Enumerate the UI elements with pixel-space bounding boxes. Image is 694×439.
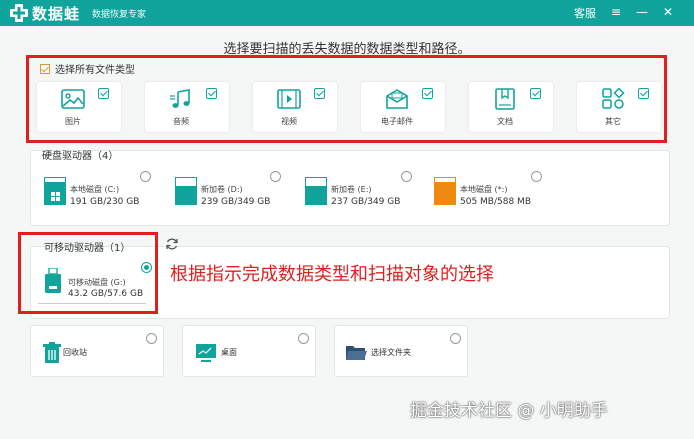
file-type-video-label: 视频 [281, 117, 297, 126]
location-choose-folder[interactable]: 选择文件夹 [334, 325, 468, 377]
file-type-other-checkbox[interactable] [638, 88, 649, 99]
file-type-video-checkbox[interactable] [314, 88, 325, 99]
customer-service-link[interactable]: 客服 [574, 5, 596, 21]
file-type-email-label: 电子邮件 [381, 117, 413, 126]
hard-drive-icon [175, 177, 197, 205]
location-choose-folder-radio[interactable] [450, 333, 461, 344]
drive-g-size: 43.2 GB/57.6 GB [68, 289, 144, 299]
select-all-label: 选择所有文件类型 [55, 65, 135, 76]
drive-d-radio[interactable] [270, 171, 281, 182]
drive-star-name: 本地磁盘 (*:) [460, 185, 508, 194]
file-type-video[interactable]: 视频 [253, 82, 337, 132]
drive-c-radio[interactable] [140, 171, 151, 182]
watermark: 掘金技术社区 @ 小明助手 [410, 401, 608, 421]
drive-e-name: 新加卷 (E:) [331, 185, 372, 194]
hard-drive-icon [434, 177, 456, 205]
file-type-image[interactable]: 图片 [37, 82, 121, 132]
select-all-checkbox[interactable] [40, 63, 50, 74]
drive-g-underline [38, 303, 146, 304]
drive-d-size: 239 GB/349 GB [201, 197, 271, 207]
location-recycle-bin-radio[interactable] [146, 333, 157, 344]
removable-title: 可移动驱动器（1） [44, 243, 131, 254]
file-type-audio[interactable]: 音频 [145, 82, 229, 132]
file-type-other-label: 其它 [605, 117, 621, 126]
drive-g[interactable]: 可移动磁盘 (G:) 43.2 GB/57.6 GB [34, 258, 150, 306]
email-icon [386, 89, 408, 109]
app-subtitle: 数据恢复专家 [92, 10, 147, 20]
location-choose-folder-label: 选择文件夹 [371, 348, 411, 357]
location-recycle-bin-label: 回收站 [63, 348, 87, 357]
file-type-audio-label: 音频 [173, 117, 189, 126]
file-type-document-label: 文档 [497, 117, 513, 126]
drive-g-radio[interactable] [141, 262, 152, 273]
audio-icon [170, 89, 190, 108]
select-all-file-types[interactable]: 选择所有文件类型 [40, 61, 135, 76]
title-bar: 数据蛙 数据恢复专家 客服 ≡ — ✕ [0, 0, 694, 26]
drive-e-radio[interactable] [401, 171, 412, 182]
file-type-document-checkbox[interactable] [530, 88, 541, 99]
drive-c-size: 191 GB/230 GB [70, 197, 140, 207]
image-icon [61, 89, 85, 109]
file-type-document[interactable]: 文档 [469, 82, 553, 132]
close-button[interactable]: ✕ [659, 2, 677, 22]
drive-g-name: 可移动磁盘 (G:) [68, 278, 126, 287]
drive-star-radio[interactable] [531, 171, 542, 182]
windows-logo-icon [51, 192, 60, 201]
file-type-email-checkbox[interactable] [422, 88, 433, 99]
drive-c-name: 本地磁盘 (C:) [70, 185, 120, 194]
file-type-audio-checkbox[interactable] [206, 88, 217, 99]
plus-logo-icon [10, 4, 28, 22]
usb-drive-icon [45, 268, 61, 293]
folder-icon [346, 346, 367, 360]
instruction-annotation: 根据指示完成数据类型和扫描对象的选择 [170, 264, 494, 285]
drive-d-usage-fill [176, 186, 196, 204]
drive-e-usage-fill [306, 186, 326, 204]
other-icon [602, 88, 625, 109]
hard-drive-icon [44, 177, 66, 205]
drive-e-size: 237 GB/349 GB [331, 197, 401, 207]
minimize-button[interactable]: — [633, 2, 651, 22]
desktop-icon [196, 344, 216, 362]
file-type-image-label: 图片 [65, 117, 81, 126]
hard-drive-icon [305, 177, 327, 205]
location-recycle-bin[interactable]: 回收站 [30, 325, 164, 377]
location-desktop-radio[interactable] [298, 333, 309, 344]
hard-drives-title: 硬盘驱动器（4） [42, 151, 119, 162]
app-brand: 数据蛙 [32, 5, 81, 23]
file-type-email[interactable]: 电子邮件 [361, 82, 445, 132]
document-icon [495, 88, 515, 110]
drive-star-size: 505 MB/588 MB [460, 197, 531, 207]
location-desktop[interactable]: 桌面 [182, 325, 316, 377]
recycle-bin-icon [43, 342, 61, 363]
location-desktop-label: 桌面 [221, 348, 237, 357]
video-icon [277, 89, 301, 109]
drive-star-usage-fill [435, 181, 455, 204]
drive-d-name: 新加卷 (D:) [201, 185, 243, 194]
menu-button[interactable]: ≡ [607, 2, 625, 22]
file-type-other[interactable]: 其它 [577, 82, 661, 132]
refresh-icon[interactable] [165, 237, 179, 251]
file-type-image-checkbox[interactable] [98, 88, 109, 99]
